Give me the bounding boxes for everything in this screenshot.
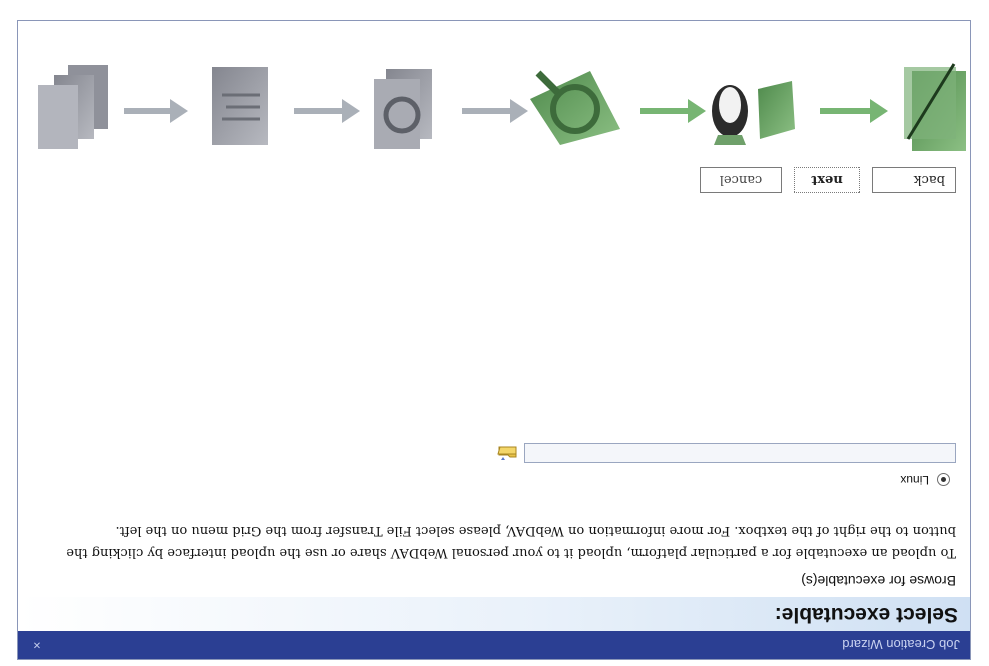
close-icon[interactable]: × — [28, 636, 46, 654]
executable-file-row — [496, 443, 956, 463]
nav-buttons: back next cancel — [700, 167, 956, 193]
step-description: To upload an executable for a particular… — [66, 523, 956, 560]
executable-path-input[interactable] — [524, 443, 956, 463]
platform-radio[interactable] — [937, 473, 950, 487]
back-button[interactable]: back — [872, 167, 956, 193]
inspect-step-icon — [374, 69, 432, 149]
upload-folder-icon[interactable] — [496, 444, 518, 462]
title-bar: Job Creation Wizard × — [18, 631, 970, 659]
arrow-icon — [462, 99, 528, 123]
wizard-progress-strip — [38, 63, 966, 151]
search-step-icon — [530, 70, 620, 145]
output-step-icon — [38, 65, 108, 149]
arrow-icon — [294, 99, 360, 123]
step-heading-bar: Select executable: — [18, 597, 970, 631]
arrow-icon — [820, 99, 888, 123]
platform-option-linux[interactable]: Linux — [900, 473, 950, 487]
page-title: Select executable: — [774, 603, 958, 626]
arrow-icon — [640, 99, 706, 123]
platform-step-icon — [712, 81, 795, 145]
window-title: Job Creation Wizard — [842, 637, 960, 653]
browse-step-icon — [904, 63, 966, 151]
cancel-button[interactable]: cancel — [700, 167, 782, 193]
next-button[interactable]: next — [794, 167, 860, 193]
edit-step-icon — [212, 67, 268, 145]
arrow-icon — [124, 99, 188, 123]
wizard-window: Job Creation Wizard × Select executable:… — [17, 20, 971, 660]
platform-label: Linux — [900, 473, 929, 487]
browse-subheading: Browse for executable(s) — [801, 573, 956, 589]
